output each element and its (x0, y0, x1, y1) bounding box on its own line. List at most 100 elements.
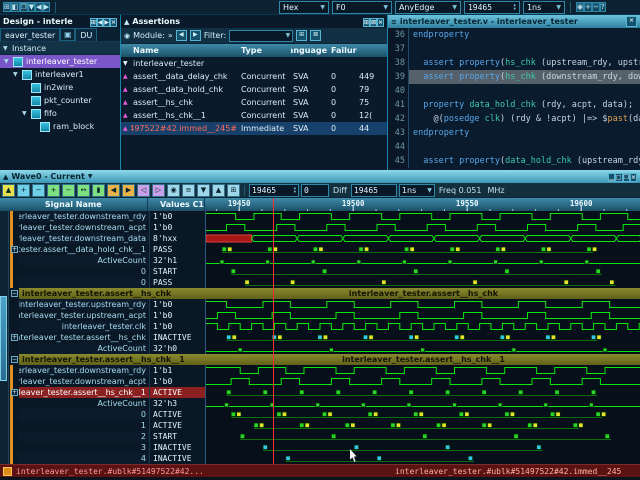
wave-left-scrollbar-track[interactable] (0, 277, 9, 288)
dock-icon[interactable]: ◧ (11, 2, 20, 12)
zoom-in-icon[interactable]: + (584, 2, 592, 12)
tree-item-interleaver1[interactable]: ▼interleaver1 (0, 68, 120, 81)
design-panel-header[interactable]: Design - interle ⊞◀▶× (0, 15, 120, 28)
column-header-language[interactable]: Language (291, 46, 329, 55)
remove-icon[interactable]: ⊠ (370, 18, 377, 27)
forward-icon[interactable]: ▶ (43, 2, 50, 12)
waveform[interactable] (206, 211, 640, 222)
waveform[interactable] (206, 277, 640, 288)
signal-name[interactable]: 4 (19, 453, 149, 464)
cascade-icon[interactable]: ❐ (20, 2, 28, 12)
wave-left-scrollbar-track[interactable] (0, 409, 9, 420)
source-panel-header[interactable]: ≡ interleaver_tester.v - interleaver_tes… (388, 15, 640, 28)
signal-value[interactable]: 1'b0 (149, 299, 206, 310)
signal-name[interactable]: interleaver_tester.assert__hs_chk (19, 332, 149, 343)
collapse-all-icon[interactable]: ▲ (212, 184, 225, 197)
minimize-icon[interactable]: ▁ (608, 173, 615, 182)
expand-icon[interactable]: ▼ (4, 58, 10, 65)
expand-icon[interactable]: ▼ (13, 71, 19, 78)
tree-item-fifo[interactable]: ▼fifo (0, 107, 120, 120)
signal-name[interactable]: interleaver_tester.assert__hs_chk__1 (19, 387, 149, 398)
expand-box[interactable]: − (11, 290, 18, 297)
wave-left-scrollbar-track[interactable] (0, 420, 9, 431)
signal-value[interactable]: 1'b0 (149, 321, 206, 332)
assertion-row[interactable]: ▲assert__hs_chkConcurrentSVA075 (121, 96, 387, 109)
expand-box[interactable]: + (11, 334, 18, 341)
assertion-row[interactable]: ▲assert__data_hold_chkConcurrentSVA079 (121, 83, 387, 96)
time-cursor[interactable] (273, 211, 274, 464)
time-unit-select[interactable]: 1ns ▼ (523, 1, 565, 14)
time-input[interactable]: 19465 ▲▼ (464, 1, 520, 14)
signal-value[interactable]: ACTIVE (149, 420, 206, 431)
assertions-panel-header[interactable]: ▲ Assertions ⊞⊠× (121, 15, 387, 28)
expand-box[interactable]: − (11, 356, 18, 363)
assertions-table-header[interactable]: Name Type Language Failure (121, 44, 387, 57)
waveform[interactable] (206, 310, 640, 321)
signal-name[interactable]: 3 (19, 442, 149, 453)
find-icon[interactable]: ◉ (576, 2, 584, 12)
waveform[interactable] (206, 321, 640, 332)
waveform[interactable] (206, 299, 640, 310)
group-icon[interactable]: ≡ (182, 184, 195, 197)
signal-value[interactable]: 1'b0 (149, 211, 206, 222)
signal-name[interactable]: ActiveCount (19, 255, 149, 266)
next-icon[interactable]: ▶ (103, 18, 110, 27)
waveform[interactable] (206, 442, 640, 453)
assertion-group-bar[interactable]: interleaver_tester.assert__hs_chk__1inte… (19, 354, 640, 365)
wave-unit-select[interactable]: 1ns ▼ (399, 184, 435, 197)
waveform[interactable] (206, 244, 640, 255)
signal-value[interactable]: INACTIVE (149, 442, 206, 453)
values-column-header[interactable]: Values C1 (148, 198, 205, 211)
settings-icon[interactable]: ⊞ (227, 184, 240, 197)
scrollbar-thumb[interactable] (0, 296, 7, 381)
zoom-in-icon[interactable]: + (47, 184, 60, 197)
signal-value[interactable]: START (149, 266, 206, 277)
signal-value[interactable]: 1'b1 (149, 365, 206, 376)
waveform[interactable] (206, 266, 640, 277)
wave-left-scrollbar-track[interactable] (0, 244, 9, 255)
tree-item-in2wire[interactable]: in2wire (0, 81, 120, 94)
column-header-failure[interactable]: Failure (329, 46, 357, 55)
expand-box[interactable]: + (11, 246, 18, 253)
edge-select[interactable]: AnyEdge ▼ (395, 1, 461, 14)
assertion-group-bar[interactable]: interleaver_tester.assert__hs_chkinterle… (19, 288, 640, 299)
signal-name[interactable]: interleaver_tester.downstream_rdy (19, 211, 149, 222)
time-ruler[interactable]: 19450195001955019600 (205, 198, 640, 211)
next-marker-icon[interactable]: ▷ (152, 184, 165, 197)
instance-section-header[interactable]: ▼ Instance (0, 42, 120, 55)
signal-name[interactable]: interleaver_tester.upstream_rdy (19, 299, 149, 310)
assertion-row[interactable]: ▲assert__hs_chk__1ConcurrentSVA012( (121, 109, 387, 122)
search-icon[interactable]: ◉ (167, 184, 180, 197)
waveform[interactable] (206, 420, 640, 431)
undock-icon[interactable]: ❐ (623, 173, 630, 182)
wave-left-scrollbar-track[interactable] (0, 442, 9, 453)
signal-value[interactable]: 1'b0 (149, 376, 206, 387)
signal-name[interactable]: interleaver_tester.downstream_data (19, 233, 149, 244)
signal-name[interactable]: interleaver_tester.assert__data_hold_chk… (19, 244, 149, 255)
signal-name[interactable]: ActiveCount (19, 398, 149, 409)
zoom-fit-icon[interactable]: ↔ (77, 184, 90, 197)
wave-left-scrollbar-track[interactable] (0, 255, 9, 266)
signal-value[interactable]: ACTIVE (149, 409, 206, 420)
filter-input[interactable]: ▼ (229, 30, 293, 42)
signal-name[interactable]: interleaver_tester.downstream_acpt (19, 222, 149, 233)
waveform[interactable] (206, 398, 640, 409)
signal-value[interactable]: PASS (149, 277, 206, 288)
signal-value[interactable]: 1'b0 (149, 222, 206, 233)
prev-marker-icon[interactable]: ◁ (137, 184, 150, 197)
waveform[interactable] (206, 409, 640, 420)
signal-name[interactable]: interleaver_tester.upstream_acpt (19, 310, 149, 321)
back-icon[interactable]: ◀ (35, 2, 42, 12)
selection-count-field[interactable]: 0 (301, 184, 329, 197)
signal-name-column-header[interactable]: Signal Name (0, 198, 148, 211)
wave-left-scrollbar-track[interactable] (0, 233, 9, 244)
module-chevron[interactable]: » (168, 31, 173, 40)
wave-left-scrollbar-track[interactable] (0, 431, 9, 442)
clear-filter-icon[interactable]: ⊠ (310, 30, 321, 41)
close-icon[interactable]: × (377, 18, 384, 27)
select-cursor-icon[interactable]: ▲ (2, 184, 15, 197)
wave-panel-header[interactable]: ▲ Wave0 - Current ▼ ▁□❐× (0, 170, 640, 183)
waveform[interactable] (206, 453, 640, 464)
wave-left-scrollbar-track[interactable] (0, 266, 9, 277)
waveform[interactable] (206, 387, 640, 398)
